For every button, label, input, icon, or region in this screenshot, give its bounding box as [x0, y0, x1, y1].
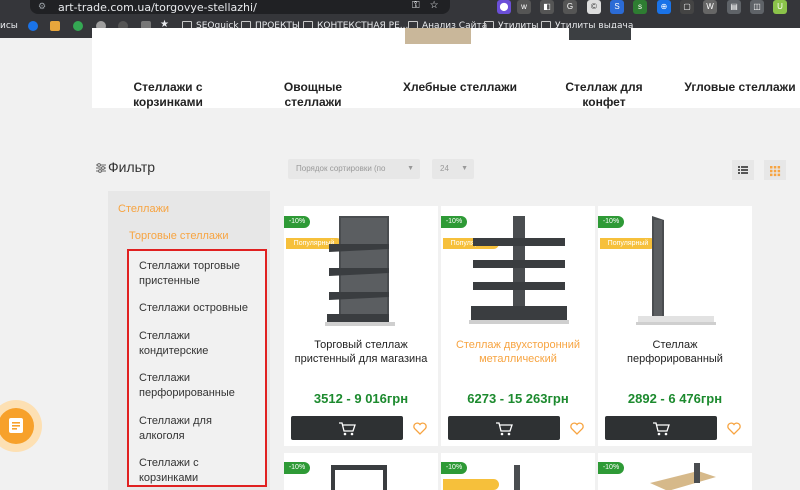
- bookmark-favicon-icon: [28, 21, 38, 31]
- product-card[interactable]: -10% Популярный Стеллаж двухсторонний ме…: [441, 206, 595, 446]
- product-price: 3512 - 9 016грн: [313, 391, 409, 406]
- product-price: 2892 - 6 476грн: [627, 391, 723, 406]
- product-card[interactable]: -10%: [441, 453, 595, 490]
- subcategory-item[interactable]: Стеллажи перфорированные: [139, 371, 259, 401]
- chevron-down-icon: ▼: [407, 165, 414, 172]
- extension-icon[interactable]: ⬤: [497, 0, 511, 14]
- discount-badge: -10%: [598, 462, 624, 474]
- product-card[interactable]: -10%: [598, 453, 752, 490]
- drive-icon: [73, 21, 83, 31]
- product-card[interactable]: -10% Популярный Стеллаж перфорированный …: [598, 206, 752, 446]
- subcategory-list: Стеллажи торговые пристенные Стеллажи ос…: [127, 249, 267, 487]
- site-info-icon[interactable]: ⚙: [38, 1, 46, 12]
- key-icon[interactable]: ⚿: [412, 0, 420, 11]
- filter-category-level1[interactable]: Стеллажи: [118, 203, 169, 215]
- address-bar-icons: ⚿ ☆: [412, 0, 449, 11]
- subcategory-item[interactable]: Стеллажи для алкоголя: [139, 414, 259, 444]
- filter-title: Фильтр: [108, 159, 156, 175]
- cart-icon: [653, 422, 670, 436]
- grid-icon: [770, 166, 781, 177]
- bookmark-item[interactable]: [50, 21, 64, 32]
- heart-icon[interactable]: [726, 420, 742, 436]
- extension-icon[interactable]: ◧: [540, 0, 554, 14]
- product-image[interactable]: [321, 216, 401, 328]
- product-card[interactable]: -10% Популярный Торговый стеллаж пристен…: [284, 206, 438, 446]
- product-name[interactable]: Стеллаж перфорированный: [608, 338, 742, 366]
- cart-icon: [339, 422, 356, 436]
- extension-icon[interactable]: U: [773, 0, 787, 14]
- chevron-down-icon: ▼: [461, 165, 468, 172]
- product-image[interactable]: [329, 463, 389, 490]
- url-text: art-trade.com.ua/torgovye-stellazhi/: [58, 1, 257, 14]
- bookmark-favicon-icon: [50, 21, 60, 31]
- discount-badge: -10%: [598, 216, 624, 228]
- product-name[interactable]: Торговый стеллаж пристенный для магазина: [294, 338, 428, 366]
- chat-icon: [9, 418, 23, 433]
- product-name[interactable]: Стеллаж двухсторонний металлический: [451, 338, 585, 366]
- subcategory-item[interactable]: Стеллажи кондитерские: [139, 329, 259, 359]
- product-image[interactable]: [648, 463, 718, 490]
- filter-icon: [96, 163, 106, 173]
- extension-icon[interactable]: ⊕: [657, 0, 671, 14]
- category-image[interactable]: [405, 28, 471, 44]
- discount-badge: -10%: [284, 462, 310, 474]
- discount-badge: -10%: [284, 216, 310, 228]
- browser-address-bar: ⚙ art-trade.com.ua/torgovye-stellazhi/ ⚿…: [0, 0, 800, 16]
- product-image[interactable]: [467, 216, 571, 328]
- bookmark-item[interactable]: исы: [0, 21, 18, 31]
- category-label[interactable]: Стеллажи с корзинками: [118, 80, 218, 110]
- filter-category-level2[interactable]: Торговые стеллажи: [129, 230, 229, 242]
- extension-icon[interactable]: S: [610, 0, 624, 14]
- subcategory-item[interactable]: Стеллажи с корзинками: [139, 456, 259, 486]
- sort-select[interactable]: Порядок сортировки (по ▼: [288, 159, 420, 179]
- category-image[interactable]: [569, 28, 631, 40]
- add-to-cart-button[interactable]: [605, 416, 717, 440]
- cart-icon: [496, 422, 513, 436]
- extension-icon[interactable]: ©: [587, 0, 601, 14]
- add-to-cart-button[interactable]: [291, 416, 403, 440]
- subcategory-item[interactable]: Стеллажи торговые пристенные: [139, 259, 259, 289]
- extension-icon[interactable]: ▢: [680, 0, 694, 14]
- list-view-button[interactable]: [732, 160, 754, 180]
- discount-badge: -10%: [441, 462, 467, 474]
- extension-icon[interactable]: W: [703, 0, 717, 14]
- heart-icon[interactable]: [412, 420, 428, 436]
- extension-icon[interactable]: G: [563, 0, 577, 14]
- category-label[interactable]: Стеллаж для конфет: [552, 80, 656, 110]
- extension-icon[interactable]: ▤: [727, 0, 741, 14]
- bookmark-item[interactable]: [28, 21, 42, 32]
- chat-button[interactable]: [0, 408, 34, 444]
- heart-icon[interactable]: [569, 420, 585, 436]
- category-label[interactable]: Хлебные стеллажи: [390, 80, 530, 95]
- extension-icon[interactable]: ◫: [750, 0, 764, 14]
- add-to-cart-button[interactable]: [448, 416, 560, 440]
- product-price: 6273 - 15 263грн: [467, 391, 569, 406]
- page-content: Стеллажи с корзинками Овощные стеллажи Х…: [0, 28, 800, 490]
- product-card[interactable]: -10%: [284, 453, 438, 490]
- product-image[interactable]: [634, 216, 718, 328]
- subcategory-item[interactable]: Стеллажи островные: [139, 301, 259, 316]
- category-label[interactable]: Овощные стеллажи: [270, 80, 356, 110]
- per-page-select[interactable]: 24 ▼: [432, 159, 474, 179]
- bookmark-item[interactable]: [73, 21, 87, 32]
- extension-icon[interactable]: w: [517, 0, 531, 14]
- grid-view-button[interactable]: [764, 160, 786, 180]
- product-image[interactable]: [511, 465, 523, 490]
- list-icon: [738, 166, 748, 174]
- star-icon[interactable]: ☆: [430, 0, 439, 11]
- discount-badge: -10%: [441, 216, 467, 228]
- extension-icon[interactable]: s: [633, 0, 647, 14]
- category-label[interactable]: Угловые стеллажи: [680, 80, 800, 95]
- popular-badge: [443, 479, 499, 490]
